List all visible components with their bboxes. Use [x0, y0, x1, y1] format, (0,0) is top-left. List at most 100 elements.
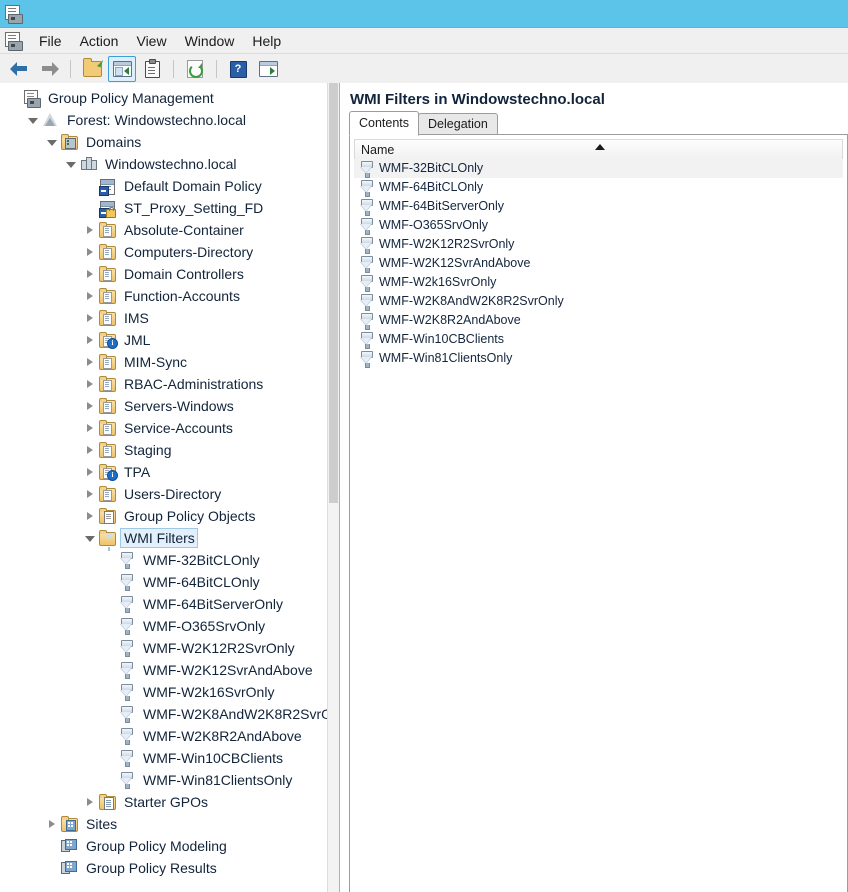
- expander-placeholder: [44, 838, 60, 854]
- table-row[interactable]: WMF-W2K12SvrAndAbove: [354, 254, 843, 273]
- expander-collapsed-icon[interactable]: [82, 420, 98, 436]
- expander-collapsed-icon[interactable]: [82, 794, 98, 810]
- tree-item-label: Domain Controllers: [124, 266, 244, 282]
- domain-icon: [79, 155, 98, 173]
- tab-delegation[interactable]: Delegation: [418, 113, 498, 136]
- expander-collapsed-icon[interactable]: [82, 508, 98, 524]
- tree-item-forest-windowstechno-local[interactable]: Forest: Windowstechno.local: [0, 109, 339, 131]
- expander-collapsed-icon[interactable]: [82, 486, 98, 502]
- expander-collapsed-icon[interactable]: [82, 222, 98, 238]
- wmi-filter-name: WMF-W2k16SvrOnly: [379, 275, 497, 289]
- show-hide-action-pane-button[interactable]: [254, 56, 282, 82]
- expander-collapsed-icon[interactable]: [44, 816, 60, 832]
- menu-item-action[interactable]: Action: [71, 30, 128, 52]
- tree-item-group-policy-objects[interactable]: Group Policy Objects: [0, 505, 339, 527]
- tree-item-ims[interactable]: IMS: [0, 307, 339, 329]
- tree-item-wmi-filters[interactable]: WMI Filters: [0, 527, 339, 551]
- menu-item-help[interactable]: Help: [243, 30, 290, 52]
- table-row[interactable]: WMF-64BitServerOnly: [354, 197, 843, 216]
- tree-item-service-accounts[interactable]: Service-Accounts: [0, 417, 339, 439]
- system-menu-icon[interactable]: [4, 31, 23, 51]
- expander-collapsed-icon[interactable]: [82, 376, 98, 392]
- expander-collapsed-icon[interactable]: [82, 332, 98, 348]
- expander-placeholder: [101, 574, 117, 590]
- tree-item-group-policy-modeling[interactable]: Group Policy Modeling: [0, 835, 339, 857]
- tree-item-jml[interactable]: i JML: [0, 329, 339, 351]
- expander-expanded-icon[interactable]: [63, 156, 79, 172]
- ou-folder-icon: [98, 441, 117, 459]
- tree-item-starter-gpos[interactable]: Starter GPOs: [0, 791, 339, 813]
- expander-collapsed-icon[interactable]: [82, 354, 98, 370]
- tree-item-wmf-64bitclonly[interactable]: WMF-64BitCLOnly: [0, 571, 339, 593]
- tree-item-default-domain-policy[interactable]: Default Domain Policy: [0, 175, 339, 197]
- tree-item-windowstechno-local[interactable]: Windowstechno.local: [0, 153, 339, 175]
- table-row[interactable]: WMF-W2K8AndW2K8R2SvrOnly: [354, 292, 843, 311]
- tree-item-wmf-w2k12r2svronly[interactable]: WMF-W2K12R2SvrOnly: [0, 637, 339, 659]
- tree-item-function-accounts[interactable]: Function-Accounts: [0, 285, 339, 307]
- table-row[interactable]: WMF-64BitCLOnly: [354, 178, 843, 197]
- group-policy-modeling-icon: [60, 837, 79, 855]
- wmi-filter-icon: [117, 551, 136, 569]
- table-row[interactable]: WMF-32BitCLOnly: [354, 159, 843, 178]
- contents-tab-panel: Name WMF-32BitCLOnly WMF-64BitCLOnly WMF-6…: [349, 134, 848, 892]
- expander-placeholder: [101, 618, 117, 634]
- back-button[interactable]: [5, 56, 33, 82]
- tree-item-tpa[interactable]: i TPA: [0, 461, 339, 483]
- tree-item-st-proxy-setting-fd[interactable]: ST_Proxy_Setting_FD: [0, 197, 339, 219]
- tree-item-computers-directory[interactable]: Computers-Directory: [0, 241, 339, 263]
- table-row[interactable]: WMF-Win10CBClients: [354, 330, 843, 349]
- tree-item-wmf-w2k8andw2k8r2svronly[interactable]: WMF-W2K8AndW2K8R2SvrOnly: [0, 703, 339, 725]
- tree-item-servers-windows[interactable]: Servers-Windows: [0, 395, 339, 417]
- menu-item-file[interactable]: File: [30, 30, 71, 52]
- expander-collapsed-icon[interactable]: [82, 398, 98, 414]
- wmi-filter-icon: [117, 661, 136, 679]
- up-one-level-button[interactable]: [78, 56, 106, 82]
- tab-contents[interactable]: Contents: [349, 111, 420, 136]
- column-header-name[interactable]: Name: [355, 143, 394, 157]
- tree-vertical-scrollbar[interactable]: [327, 83, 339, 892]
- ou-folder-blocked-icon: i: [98, 463, 118, 481]
- expander-collapsed-icon[interactable]: [82, 244, 98, 260]
- title-bar: [0, 0, 848, 28]
- expander-expanded-icon[interactable]: [25, 112, 41, 128]
- tree-item-wmf-64bitserveronly[interactable]: WMF-64BitServerOnly: [0, 593, 339, 615]
- tree-item-wmf-win81clientsonly[interactable]: WMF-Win81ClientsOnly: [0, 769, 339, 791]
- tree-item-group-policy-results[interactable]: Group Policy Results: [0, 857, 339, 879]
- tree-item-domains[interactable]: Domains: [0, 131, 339, 153]
- tree-item-wmf-win10cbclients[interactable]: WMF-Win10CBClients: [0, 747, 339, 769]
- table-row[interactable]: WMF-Win81ClientsOnly: [354, 349, 843, 368]
- expander-collapsed-icon[interactable]: [82, 266, 98, 282]
- expander-expanded-icon[interactable]: [44, 134, 60, 150]
- properties-button[interactable]: [138, 56, 166, 82]
- forward-button[interactable]: [35, 56, 63, 82]
- tree-item-domain-controllers[interactable]: Domain Controllers: [0, 263, 339, 285]
- show-hide-console-tree-button[interactable]: [108, 56, 136, 82]
- help-button[interactable]: ?: [224, 56, 252, 82]
- menu-item-view[interactable]: View: [127, 30, 175, 52]
- tree-item-mim-sync[interactable]: MIM-Sync: [0, 351, 339, 373]
- tree-scrollbar-thumb[interactable]: [329, 83, 338, 503]
- table-row[interactable]: WMF-W2K12R2SvrOnly: [354, 235, 843, 254]
- tree-item-group-policy-management[interactable]: Group Policy Management: [0, 87, 339, 109]
- expander-expanded-icon[interactable]: [82, 530, 98, 546]
- expander-collapsed-icon[interactable]: [82, 442, 98, 458]
- tree-item-wmf-w2k8r2andabove[interactable]: WMF-W2K8R2AndAbove: [0, 725, 339, 747]
- expander-collapsed-icon[interactable]: [82, 464, 98, 480]
- menu-item-window[interactable]: Window: [176, 30, 244, 52]
- tree-item-absolute-container[interactable]: Absolute-Container: [0, 219, 339, 241]
- expander-collapsed-icon[interactable]: [82, 310, 98, 326]
- tree-item-sites[interactable]: Sites: [0, 813, 339, 835]
- tree-item-wmf-w2k12svrandabove[interactable]: WMF-W2K12SvrAndAbove: [0, 659, 339, 681]
- tree-item-staging[interactable]: Staging: [0, 439, 339, 461]
- refresh-button[interactable]: [181, 56, 209, 82]
- table-row[interactable]: WMF-O365SrvOnly: [354, 216, 843, 235]
- tree-item-wmf-w2k16svronly[interactable]: WMF-W2k16SvrOnly: [0, 681, 339, 703]
- table-row[interactable]: WMF-W2k16SvrOnly: [354, 273, 843, 292]
- tree-item-wmf-32bitclonly[interactable]: WMF-32BitCLOnly: [0, 549, 339, 571]
- tree-item-rbac-administrations[interactable]: RBAC-Administrations: [0, 373, 339, 395]
- console-root-icon: [22, 89, 41, 108]
- tree-item-users-directory[interactable]: Users-Directory: [0, 483, 339, 505]
- tree-item-wmf-o365srvonly[interactable]: WMF-O365SrvOnly: [0, 615, 339, 637]
- expander-collapsed-icon[interactable]: [82, 288, 98, 304]
- table-row[interactable]: WMF-W2K8R2AndAbove: [354, 311, 843, 330]
